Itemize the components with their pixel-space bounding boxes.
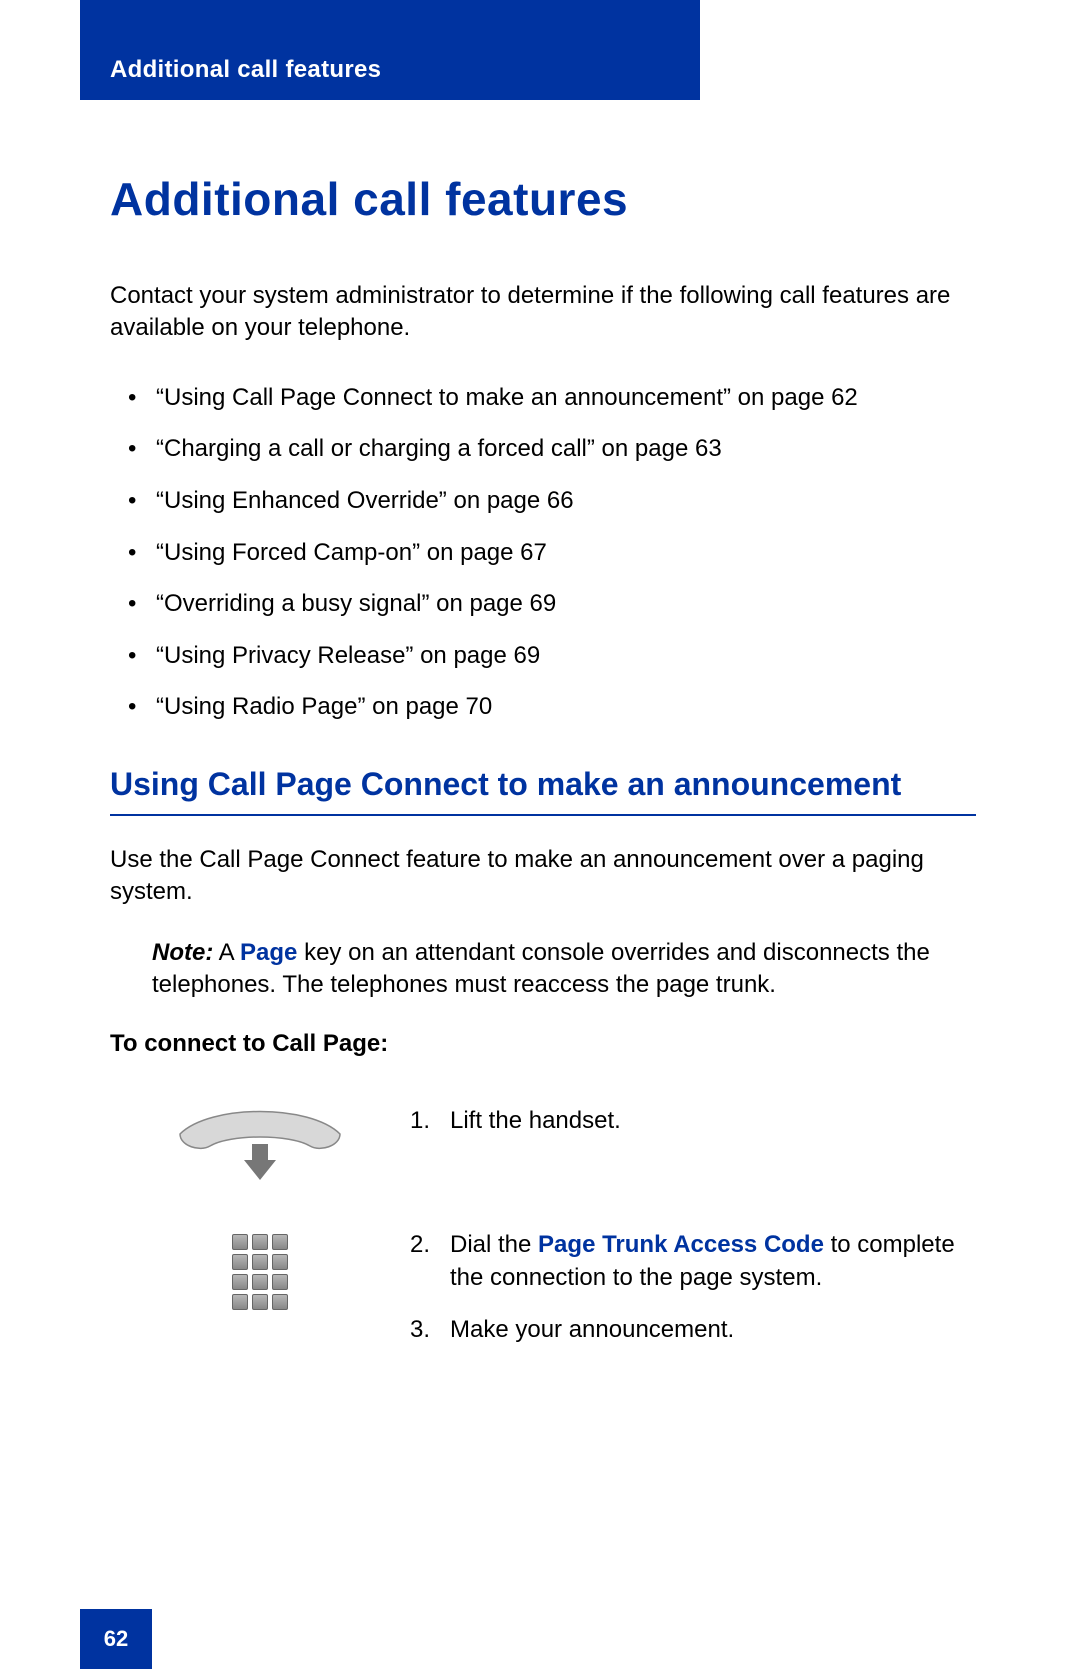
- page-content: Additional call features Contact your sy…: [110, 150, 976, 1408]
- running-header: Additional call features: [110, 56, 381, 83]
- note-paragraph: Note: A Page key on an attendant console…: [152, 937, 976, 1002]
- step-emphasis: Page Trunk Access Code: [538, 1231, 824, 1258]
- section-body: Use the Call Page Connect feature to mak…: [110, 844, 976, 909]
- note-text-pre: A: [213, 939, 240, 966]
- step-text-cell: Dial the Page Trunk Access Code to compl…: [410, 1228, 976, 1365]
- keypad-icon: [232, 1234, 288, 1310]
- header-tab: Additional call features: [80, 0, 700, 100]
- step-item: Lift the handset.: [410, 1104, 976, 1138]
- steps-list: Lift the handset.: [410, 1104, 976, 1138]
- step-item: Dial the Page Trunk Access Code to compl…: [410, 1228, 976, 1295]
- list-item: “Using Enhanced Override” on page 66: [110, 484, 976, 518]
- step-row: Lift the handset.: [110, 1104, 976, 1184]
- list-item: “Overriding a busy signal” on page 69: [110, 587, 976, 621]
- intro-paragraph: Contact your system administrator to det…: [110, 280, 976, 345]
- list-item: “Charging a call or charging a forced ca…: [110, 432, 976, 466]
- step-text-pre: Dial the: [450, 1231, 538, 1258]
- list-item: “Using Privacy Release” on page 69: [110, 639, 976, 673]
- step-item: Make your announcement.: [410, 1313, 976, 1347]
- step-row: Dial the Page Trunk Access Code to compl…: [110, 1228, 976, 1365]
- list-item: “Using Call Page Connect to make an anno…: [110, 381, 976, 415]
- instruction-heading: To connect to Call Page:: [110, 1030, 976, 1058]
- page-title: Additional call features: [110, 172, 976, 226]
- list-item: “Using Forced Camp-on” on page 67: [110, 536, 976, 570]
- step-icon-cell: [110, 1104, 410, 1184]
- footer-page-tab: 62: [80, 1609, 152, 1669]
- note-label: Note:: [152, 939, 213, 966]
- note-emphasis: Page: [240, 939, 297, 966]
- step-icon-cell: [110, 1228, 410, 1310]
- section-heading: Using Call Page Connect to make an annou…: [110, 764, 976, 804]
- step-text-cell: Lift the handset.: [410, 1104, 976, 1156]
- list-item: “Using Radio Page” on page 70: [110, 690, 976, 724]
- topic-list: “Using Call Page Connect to make an anno…: [110, 381, 976, 724]
- section-rule: [110, 814, 976, 816]
- handset-lift-icon: [170, 1104, 350, 1184]
- document-page: Additional call features Additional call…: [0, 0, 1080, 1669]
- page-number: 62: [104, 1626, 128, 1652]
- steps-list: Dial the Page Trunk Access Code to compl…: [410, 1228, 976, 1347]
